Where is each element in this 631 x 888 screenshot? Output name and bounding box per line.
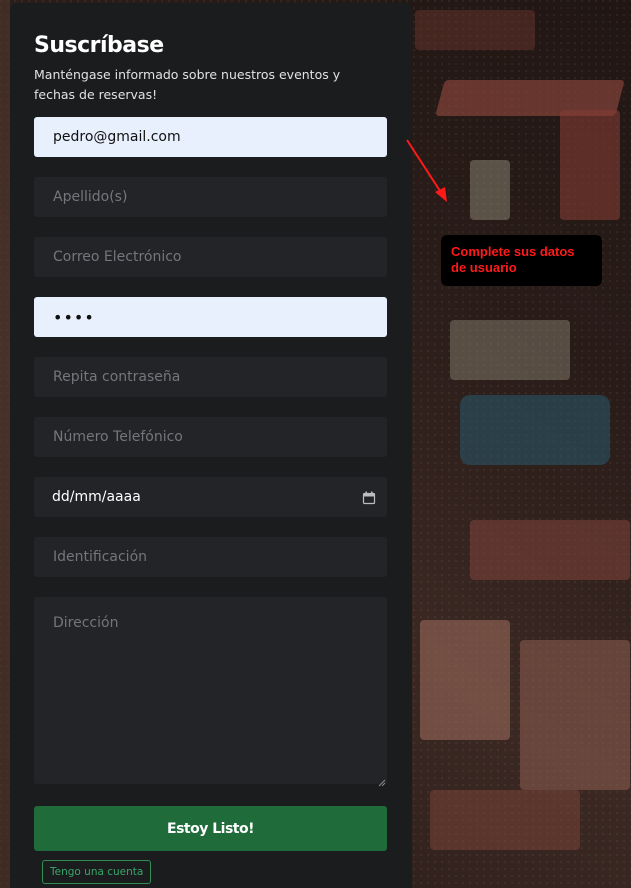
- email-autofill-field[interactable]: [34, 117, 387, 157]
- birthdate-field[interactable]: dd/mm/aaaa: [34, 477, 387, 517]
- signup-card: Suscríbase Manténgase informado sobre nu…: [10, 3, 412, 888]
- have-account-button[interactable]: Tengo una cuenta: [42, 860, 152, 884]
- rug-motif: [560, 110, 620, 220]
- rug-motif: [520, 640, 630, 790]
- date-format-text: dd/mm/aaaa: [52, 489, 141, 505]
- repeat-password-field[interactable]: [34, 357, 387, 397]
- password-field[interactable]: [34, 297, 387, 337]
- form-subtitle: Manténgase informado sobre nuestros even…: [34, 67, 341, 102]
- calendar-icon[interactable]: [362, 490, 376, 505]
- email-field[interactable]: [34, 237, 387, 277]
- rug-motif: [415, 10, 535, 50]
- arrow-icon: [406, 139, 447, 202]
- rug-motif: [0, 0, 10, 888]
- identification-field[interactable]: [34, 537, 387, 577]
- rug-motif: [470, 160, 510, 220]
- rug-motif: [450, 320, 570, 380]
- rug-motif: [430, 790, 580, 850]
- submit-button[interactable]: Estoy Listo!: [34, 806, 387, 851]
- instruction-tooltip: Complete sus datos de usuario: [441, 235, 602, 286]
- rug-motif: [470, 520, 630, 580]
- form-title: Suscríbase: [34, 33, 164, 58]
- phone-field[interactable]: [34, 417, 387, 457]
- address-field[interactable]: [34, 597, 387, 784]
- resize-grip-icon[interactable]: [378, 772, 386, 787]
- rug-motif: [460, 395, 610, 465]
- rug-motif: [420, 620, 510, 740]
- surname-field[interactable]: [34, 177, 387, 217]
